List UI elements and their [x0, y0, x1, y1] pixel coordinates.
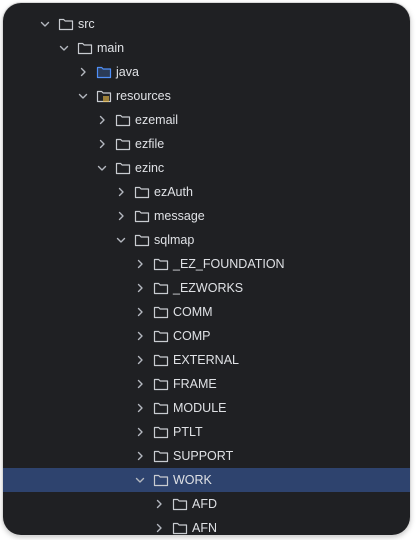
- tree-row-comm[interactable]: COMM: [3, 300, 410, 324]
- folder-icon: [153, 425, 169, 439]
- chevron-right-icon[interactable]: [152, 497, 166, 511]
- tree-row-message[interactable]: message: [3, 204, 410, 228]
- folder-icon: [115, 161, 131, 175]
- folder-icon: [153, 353, 169, 367]
- folder-icon: [58, 17, 74, 31]
- tree-row-main[interactable]: main: [3, 36, 410, 60]
- tree-item-label: src: [78, 17, 95, 31]
- chevron-down-icon[interactable]: [76, 89, 90, 103]
- tree-item-label: ezAuth: [154, 185, 193, 199]
- tree-item-label: main: [97, 41, 125, 55]
- folder-icon: [172, 497, 188, 511]
- tree-row-ezauth[interactable]: ezAuth: [3, 180, 410, 204]
- chevron-right-icon[interactable]: [152, 521, 166, 535]
- tree-row-ezemail[interactable]: ezemail: [3, 108, 410, 132]
- folder-icon: [153, 377, 169, 391]
- tree-item-label: message: [154, 209, 205, 223]
- tree-row-work[interactable]: WORK: [3, 468, 410, 492]
- folder-icon: [153, 281, 169, 295]
- chevron-right-icon[interactable]: [133, 257, 147, 271]
- chevron-right-icon[interactable]: [114, 209, 128, 223]
- resources-folder-icon: [96, 89, 112, 103]
- chevron-right-icon[interactable]: [95, 137, 109, 151]
- chevron-right-icon[interactable]: [114, 185, 128, 199]
- tree-item-label: WORK: [173, 473, 212, 487]
- tree-item-label: PTLT: [173, 425, 203, 439]
- tree-item-label: EXTERNAL: [173, 353, 239, 367]
- chevron-right-icon[interactable]: [76, 65, 90, 79]
- source-folder-icon: [96, 65, 112, 79]
- chevron-down-icon[interactable]: [57, 41, 71, 55]
- tree-item-label: COMM: [173, 305, 213, 319]
- tree-item-label: _EZ_FOUNDATION: [173, 257, 285, 271]
- tree-item-label: AFD: [192, 497, 217, 511]
- folder-icon: [115, 113, 131, 127]
- tree-row-module[interactable]: MODULE: [3, 396, 410, 420]
- tree-row-ezworks[interactable]: _EZWORKS: [3, 276, 410, 300]
- folder-icon: [115, 137, 131, 151]
- tree-row-java[interactable]: java: [3, 60, 410, 84]
- chevron-down-icon[interactable]: [114, 233, 128, 247]
- tree-row-resources[interactable]: resources: [3, 84, 410, 108]
- tree-item-label: ezfile: [135, 137, 165, 151]
- folder-icon: [153, 257, 169, 271]
- tree-row-src[interactable]: src: [3, 12, 410, 36]
- tree-item-label: ezemail: [135, 113, 179, 127]
- tree-row-frame[interactable]: FRAME: [3, 372, 410, 396]
- tree-row-afn[interactable]: AFN: [3, 516, 410, 535]
- chevron-right-icon[interactable]: [133, 401, 147, 415]
- tree-row-comp[interactable]: COMP: [3, 324, 410, 348]
- tree-item-label: FRAME: [173, 377, 217, 391]
- tree-row-external[interactable]: EXTERNAL: [3, 348, 410, 372]
- chevron-right-icon[interactable]: [133, 305, 147, 319]
- chevron-right-icon[interactable]: [95, 113, 109, 127]
- tree-item-label: MODULE: [173, 401, 227, 415]
- tree-item-label: AFN: [192, 521, 217, 535]
- folder-icon: [172, 521, 188, 535]
- folder-icon: [153, 449, 169, 463]
- tree-row-support[interactable]: SUPPORT: [3, 444, 410, 468]
- tree-item-label: java: [116, 65, 139, 79]
- chevron-right-icon[interactable]: [133, 449, 147, 463]
- tree-row-ptlt[interactable]: PTLT: [3, 420, 410, 444]
- tree-item-label: SUPPORT: [173, 449, 234, 463]
- folder-icon: [134, 209, 150, 223]
- tree-row-ezfile[interactable]: ezfile: [3, 132, 410, 156]
- tree-item-label: sqlmap: [154, 233, 195, 247]
- folder-icon: [153, 401, 169, 415]
- tree-row-ez-foundation[interactable]: _EZ_FOUNDATION: [3, 252, 410, 276]
- tree-item-label: ezinc: [135, 161, 165, 175]
- chevron-down-icon[interactable]: [133, 473, 147, 487]
- tree-item-label: COMP: [173, 329, 211, 343]
- tree-row-afd[interactable]: AFD: [3, 492, 410, 516]
- tree-item-label: _EZWORKS: [173, 281, 244, 295]
- project-tree: src main java resources ezemail ezfile ezinc ez…: [3, 12, 410, 535]
- chevron-right-icon[interactable]: [133, 377, 147, 391]
- tree-row-sqlmap[interactable]: sqlmap: [3, 228, 410, 252]
- folder-icon: [134, 233, 150, 247]
- project-tree-panel: src main java resources ezemail ezfile ezinc ez…: [3, 3, 410, 535]
- tree-row-ezinc[interactable]: ezinc: [3, 156, 410, 180]
- chevron-right-icon[interactable]: [133, 329, 147, 343]
- folder-icon: [153, 473, 169, 487]
- tree-item-label: resources: [116, 89, 171, 103]
- chevron-down-icon[interactable]: [38, 17, 52, 31]
- chevron-right-icon[interactable]: [133, 353, 147, 367]
- chevron-down-icon[interactable]: [95, 161, 109, 175]
- folder-icon: [134, 185, 150, 199]
- folder-icon: [153, 305, 169, 319]
- chevron-right-icon[interactable]: [133, 425, 147, 439]
- chevron-right-icon[interactable]: [133, 281, 147, 295]
- folder-icon: [77, 41, 93, 55]
- folder-icon: [153, 329, 169, 343]
